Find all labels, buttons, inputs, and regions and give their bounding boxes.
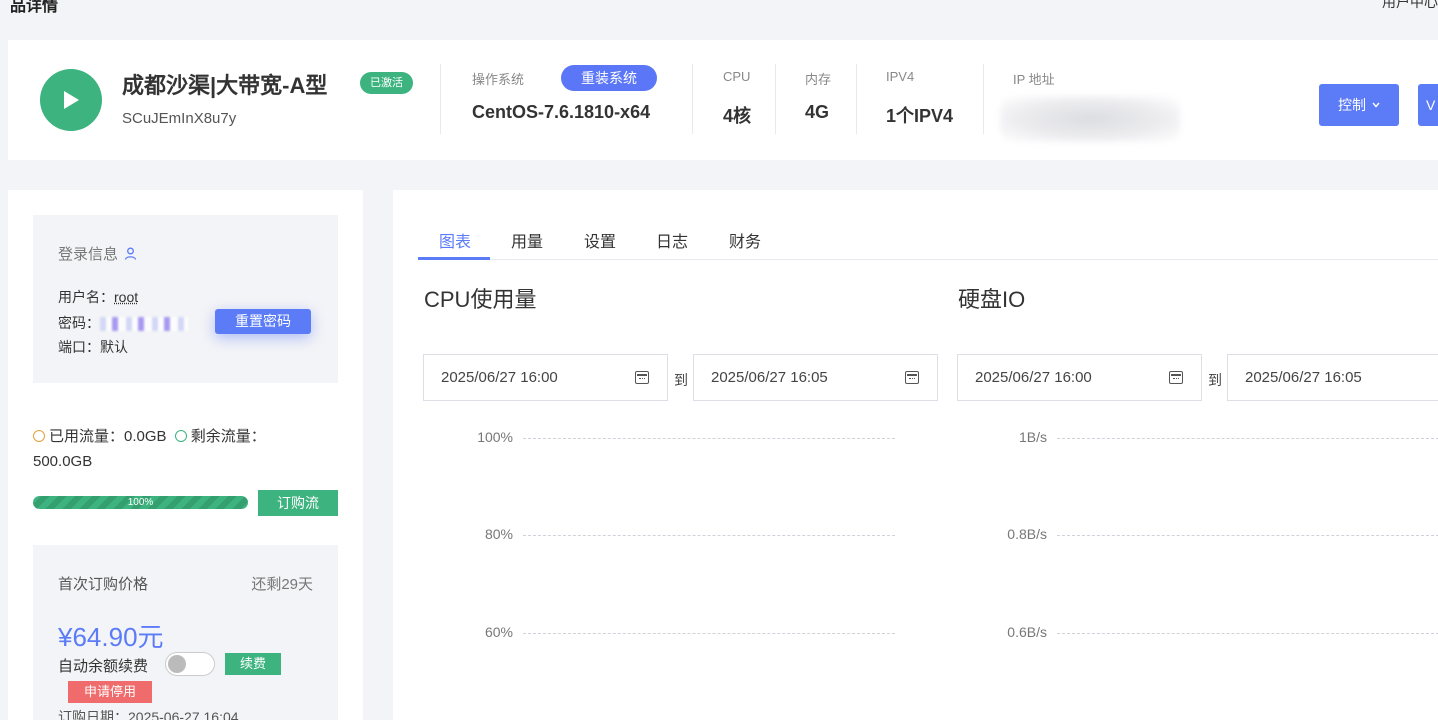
control-dropdown-button[interactable]: 控制 — [1319, 84, 1399, 126]
chevron-down-icon — [1372, 102, 1380, 108]
main-panel: 图表 用量 设置 日志 财务 CPU使用量 2025/06/27 16:00 到… — [393, 190, 1438, 720]
control-label: 控制 — [1338, 97, 1366, 113]
auto-renew-toggle[interactable] — [165, 652, 215, 676]
password-label: 密码： — [58, 315, 100, 331]
remaining-traffic-value: 500.0GB — [33, 453, 93, 470]
password-value-masked[interactable] — [100, 317, 188, 332]
password-row: 密码： — [58, 313, 188, 333]
ipv4-value: 1个IPV4 — [886, 106, 954, 126]
disk-grid-line — [1057, 633, 1438, 634]
os-value: CentOS-7.6.1810-x64 — [472, 102, 651, 122]
disk-grid-line — [1057, 535, 1438, 536]
cpu-grid-line — [523, 535, 895, 536]
tab-charts[interactable]: 图表 — [439, 228, 471, 252]
start-server-button[interactable] — [40, 69, 102, 131]
reset-password-button[interactable]: 重置密码 — [215, 309, 311, 334]
traffic-progress-fill: 100% — [33, 496, 248, 509]
ipv4-label: IPV4 — [886, 69, 915, 84]
traffic-summary: 已用流量：0.0GB 剩余流量： 500.0GB — [33, 424, 333, 474]
page-title: 品详情 — [10, 0, 59, 15]
disk-end-date-input[interactable]: 2025/06/27 16:05 — [1227, 354, 1438, 401]
cpu-y-tick: 100% — [477, 429, 513, 445]
server-header-card: 成都沙渠|大带宽-A型 已激活 SCuJEmInX8u7y 操作系统 重装系统 … — [8, 40, 1438, 160]
tab-settings[interactable]: 设置 — [584, 228, 616, 252]
renew-button[interactable]: 续费 — [225, 653, 281, 675]
auto-renew-label: 自动余额续费 — [58, 658, 149, 675]
user-menu[interactable]: 用户中心 — [1382, 0, 1438, 12]
cpu-grid-line — [523, 438, 895, 439]
extra-action-button[interactable]: V — [1418, 84, 1438, 126]
tab-logs[interactable]: 日志 — [656, 228, 688, 252]
cpu-chart-title: CPU使用量 — [424, 287, 537, 312]
request-stop-button[interactable]: 申请停用 — [68, 681, 152, 703]
username-row: 用户名：root — [58, 287, 138, 307]
used-traffic-dot-icon — [33, 430, 45, 442]
memory-value: 4G — [805, 102, 830, 122]
cpu-y-tick: 60% — [484, 624, 513, 640]
disk-start-date-input[interactable]: 2025/06/27 16:00 — [957, 354, 1202, 401]
toggle-knob — [168, 655, 186, 673]
divider — [983, 64, 984, 134]
billing-card: 首次订购价格 还剩29天 ¥64.90元 自动余额续费 续费 申请停用 订购日期… — [33, 545, 338, 720]
calendar-icon — [905, 371, 919, 384]
disk-end-date-value: 2025/06/27 16:05 — [1245, 369, 1362, 386]
login-info-title: 登录信息 — [58, 243, 137, 264]
cpu-start-date-input[interactable]: 2025/06/27 16:00 — [423, 354, 668, 401]
divider — [775, 64, 776, 134]
server-info-panel: 登录信息 用户名：root 密码： 重置密码 端口：默认 已用流量：0.0GB … — [8, 190, 363, 720]
port-value: 默认 — [100, 339, 128, 355]
server-name: 成都沙渠|大带宽-A型 — [122, 73, 328, 98]
divider — [440, 64, 441, 134]
port-label: 端口： — [58, 339, 100, 355]
cpu-grid-line — [523, 633, 895, 634]
cpu-label: CPU — [723, 69, 751, 84]
used-traffic-value: 0.0GB — [124, 428, 167, 445]
cpu-date-to-label: 到 — [674, 372, 688, 388]
calendar-icon — [635, 371, 649, 384]
os-label: 操作系统 — [472, 72, 525, 87]
username-value: root — [114, 289, 139, 305]
username-label: 用户名： — [58, 289, 114, 305]
price-value: ¥64.90元 — [58, 622, 164, 652]
tab-bar: 图表 用量 设置 日志 财务 — [418, 218, 1438, 260]
calendar-icon — [1169, 371, 1183, 384]
remaining-days: 还剩29天 — [251, 576, 313, 593]
buy-traffic-button[interactable]: 订购流 — [258, 490, 338, 516]
cpu-y-tick: 80% — [484, 526, 513, 542]
cpu-end-date-value: 2025/06/27 16:05 — [711, 369, 828, 386]
ip-address-label: IP 地址 — [1013, 72, 1055, 87]
disk-y-tick: 0.8B/s — [1007, 526, 1047, 542]
active-tab-indicator — [418, 257, 490, 260]
login-info-card: 登录信息 用户名：root 密码： 重置密码 端口：默认 — [33, 215, 338, 383]
tab-usage[interactable]: 用量 — [511, 228, 543, 252]
cpu-value: 4核 — [723, 106, 752, 126]
first-price-label: 首次订购价格 — [58, 576, 149, 593]
remaining-traffic-label: 剩余流量： — [190, 428, 266, 445]
port-row: 端口：默认 — [58, 337, 128, 357]
remaining-traffic-dot-icon — [174, 430, 187, 442]
disk-y-tick: 1B/s — [1018, 429, 1047, 445]
memory-label: 内存 — [805, 72, 832, 87]
ip-address-redacted — [1000, 96, 1180, 142]
disk-start-date-value: 2025/06/27 16:00 — [975, 369, 1092, 386]
disk-y-tick: 0.6B/s — [1007, 624, 1047, 640]
play-icon — [64, 91, 79, 109]
disk-date-to-label: 到 — [1208, 372, 1222, 388]
tab-finance[interactable]: 财务 — [729, 228, 761, 252]
divider — [692, 64, 693, 134]
status-badge: 已激活 — [360, 72, 413, 94]
reinstall-system-button[interactable]: 重装系统 — [561, 65, 657, 91]
server-id: SCuJEmInX8u7y — [122, 110, 237, 127]
used-traffic-label: 已用流量： — [49, 428, 125, 445]
disk-io-chart-title: 硬盘IO — [958, 287, 1026, 312]
order-date: 订购日期：2025-06-27 16:04 — [58, 709, 239, 720]
cpu-start-date-value: 2025/06/27 16:00 — [441, 369, 558, 386]
cpu-end-date-input[interactable]: 2025/06/27 16:05 — [693, 354, 938, 401]
divider — [856, 64, 857, 134]
user-icon — [124, 247, 137, 260]
disk-grid-line — [1057, 438, 1438, 439]
login-info-title-text: 登录信息 — [58, 246, 119, 263]
traffic-progress-bar: 100% — [33, 496, 248, 509]
